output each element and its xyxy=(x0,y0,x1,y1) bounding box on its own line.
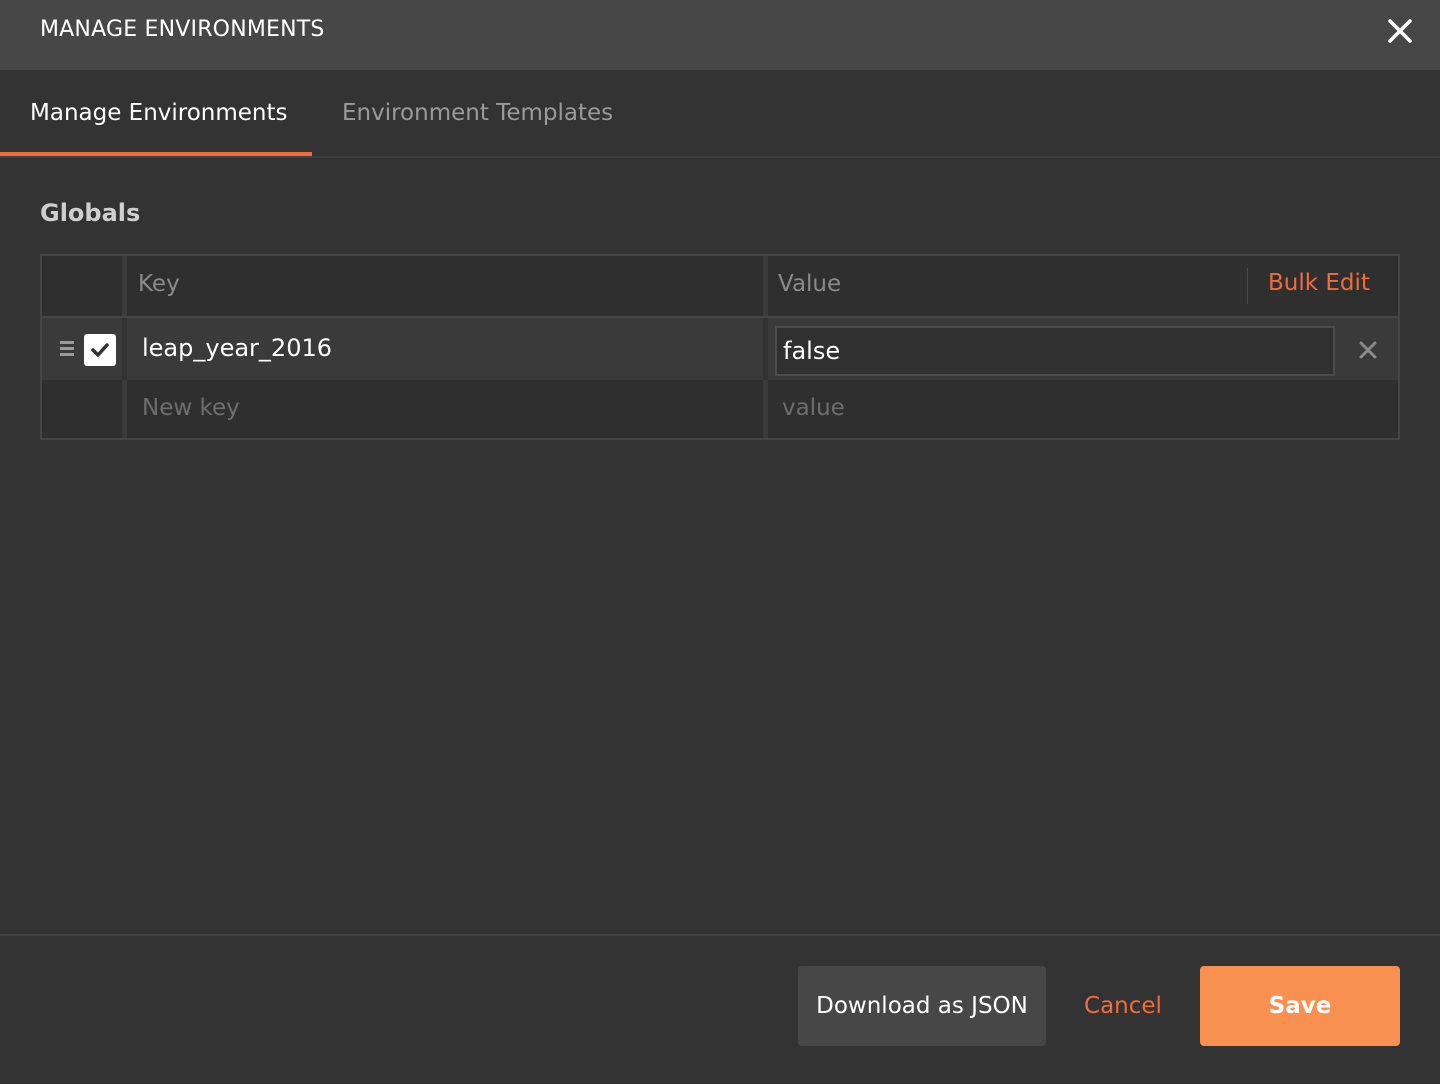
column-divider xyxy=(763,380,768,438)
new-row xyxy=(42,380,1398,438)
table-header-row: Key Value Bulk Edit xyxy=(42,256,1398,318)
column-divider xyxy=(763,318,768,380)
column-divider xyxy=(122,256,127,316)
globals-table: Key Value Bulk Edit leap_year_2016 xyxy=(40,254,1400,440)
column-divider xyxy=(122,380,127,438)
new-key-input[interactable] xyxy=(142,380,662,436)
row-value-input[interactable] xyxy=(775,326,1335,376)
save-button[interactable]: Save xyxy=(1200,966,1400,1046)
tab-environment-templates[interactable]: Environment Templates xyxy=(342,70,613,156)
section-title-globals: Globals xyxy=(40,199,141,227)
footer-divider xyxy=(0,934,1440,936)
cancel-button[interactable]: Cancel xyxy=(1070,966,1176,1046)
column-header-key: Key xyxy=(138,271,180,297)
tab-bar: Manage Environments Environment Template… xyxy=(0,70,1440,158)
column-header-value: Value xyxy=(778,271,842,297)
row-enabled-checkbox[interactable] xyxy=(84,334,116,366)
column-divider xyxy=(763,256,768,316)
dialog-title: MANAGE ENVIRONMENTS xyxy=(40,17,325,42)
delete-row-icon[interactable] xyxy=(1352,334,1384,366)
download-json-button[interactable]: Download as JSON xyxy=(798,966,1046,1046)
dialog-titlebar: MANAGE ENVIRONMENTS xyxy=(0,0,1440,70)
drag-handle-icon[interactable] xyxy=(60,341,74,359)
column-divider xyxy=(122,318,127,380)
tab-manage-environments[interactable]: Manage Environments xyxy=(0,70,312,156)
table-row: leap_year_2016 xyxy=(42,318,1398,380)
close-icon[interactable] xyxy=(1380,11,1420,51)
new-value-input[interactable] xyxy=(782,380,1382,436)
row-key-text[interactable]: leap_year_2016 xyxy=(142,334,332,362)
bulk-edit-link[interactable]: Bulk Edit xyxy=(1268,270,1370,296)
bulk-edit-divider xyxy=(1247,268,1248,304)
checkmark-icon xyxy=(91,343,109,357)
